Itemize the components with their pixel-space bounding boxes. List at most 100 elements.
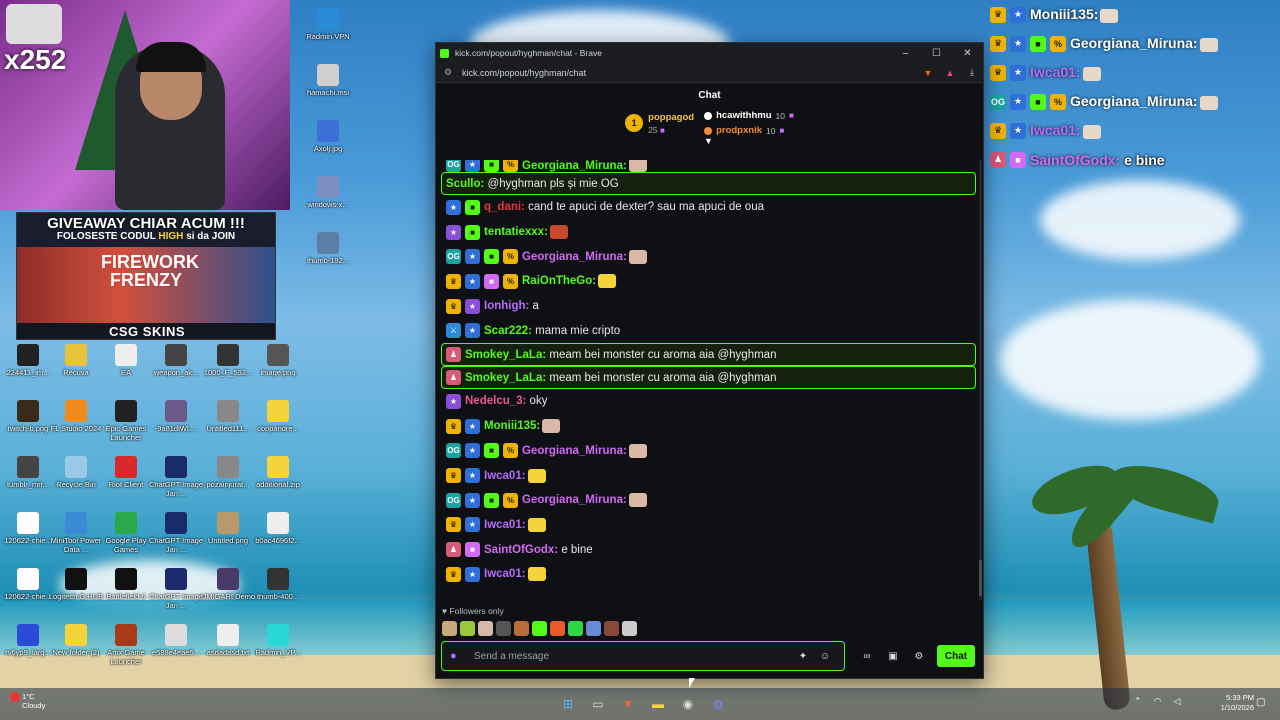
chat-username[interactable]: Scar222: (484, 325, 532, 337)
quick-emote-icon[interactable] (442, 621, 457, 636)
quick-emote-icon[interactable] (568, 621, 583, 636)
desktop-icon[interactable]: e588e4eae5... (148, 624, 204, 657)
chat-message[interactable]: ♛ ★ Iwca01: (436, 562, 983, 587)
weather-widget[interactable]: 1°C Cloudy (10, 692, 45, 710)
steam-icon[interactable]: ◉ (676, 692, 700, 716)
desktop-icon[interactable]: asdadasd.txt (200, 624, 256, 657)
desktop-icon[interactable]: Riot Client (98, 456, 154, 489)
chat-scrollbar[interactable] (979, 160, 982, 600)
desktop-icon[interactable]: b0ac4696f2... (250, 512, 306, 545)
quick-emote-icon[interactable] (550, 621, 565, 636)
desktop-icon[interactable]: thumb-400... (250, 568, 306, 601)
desktop-icon[interactable]: Untitled111... (200, 400, 256, 433)
chat-message[interactable]: ♟ ■ SaintOfGodx: e bine (436, 537, 983, 562)
chat-message[interactable]: OG ★ ■% Georgiana_Miruna: (436, 244, 983, 269)
chat-username[interactable]: Georgiana_Miruna: (522, 445, 627, 457)
desktop-icon[interactable]: ChatGPT Image Jan ... (148, 512, 204, 554)
desktop-icon[interactable]: ChatGPT Image Jan ... (148, 568, 204, 610)
chat-username[interactable]: Smokey_LaLa: (465, 349, 546, 361)
task-view-icon[interactable]: ▭ (586, 692, 610, 716)
highlighted-chat-message[interactable]: Scullo: @hyghman pls și mie OG (441, 172, 976, 195)
minimize-button[interactable]: – (890, 48, 921, 59)
windows-start-icon[interactable]: ⊞ (556, 692, 580, 716)
quick-emote-icon[interactable] (478, 621, 493, 636)
chat-username[interactable]: Smokey_LaLa: (465, 372, 546, 384)
desktop-icon[interactable]: image.png (250, 344, 306, 377)
desktop-icon[interactable]: Untitled.png (200, 512, 256, 545)
settings-gear-icon[interactable]: ⚙ (907, 651, 931, 662)
chat-username[interactable]: q_dani: (484, 201, 525, 213)
chat-message[interactable]: OG ★ ■% Georgiana_Miruna: (436, 488, 983, 513)
chat-message[interactable]: ♛ ★ Iwca01: (436, 513, 983, 538)
chat-message[interactable]: ♛ ★ Ionhigh: a (436, 294, 983, 319)
quick-emote-icon[interactable] (586, 621, 601, 636)
desktop-icon[interactable]: -9a81dlWL... (148, 400, 204, 433)
site-settings-icon[interactable]: ⚙ (444, 67, 454, 78)
emoji-icon[interactable]: ☺ (814, 651, 836, 662)
quick-emote-icon[interactable] (460, 621, 475, 636)
desktop-icon[interactable]: Artix Game Launcher (98, 624, 154, 666)
kick-emote-icon[interactable]: ✦ (792, 651, 814, 662)
desktop-icon[interactable]: Google Play Games (98, 512, 154, 554)
leaderboard-item[interactable]: hcawithhmu 10 ■ (704, 110, 794, 121)
quick-emote-icon[interactable] (496, 621, 511, 636)
desktop-icon[interactable]: Recuva (48, 344, 104, 377)
desktop-icon[interactable]: weapon_ak... (148, 344, 204, 377)
leaderboard-item[interactable]: prodpxnik 10 ■ (704, 125, 794, 136)
desktop-icon[interactable]: hamachi.msi (300, 64, 356, 97)
volume-icon[interactable]: ◁ (1173, 696, 1180, 707)
chat-username[interactable]: Georgiana_Miruna: (522, 251, 627, 263)
chat-username[interactable]: Iwca01: (484, 568, 526, 580)
desktop-icon[interactable]: UMIGARI Demo (200, 568, 256, 601)
microphone-icon[interactable]: ● (450, 650, 462, 662)
chat-username[interactable]: Iwca01: (484, 470, 526, 482)
chat-message[interactable]: ♛ ★ ■% RaiOnTheGo: (436, 269, 983, 294)
desktop-icon[interactable]: MiniTool Power Data ... (48, 512, 104, 554)
chat-username[interactable]: Iwca01: (484, 519, 526, 531)
gift-box-icon[interactable]: ▣ (881, 651, 905, 662)
notification-icon[interactable]: ▢ (1256, 697, 1265, 708)
scrollbar-thumb[interactable] (979, 560, 982, 596)
quick-emote-icon[interactable] (532, 621, 547, 636)
chat-message[interactable]: ⚔ ★ Scar222: mama mie cripto (436, 318, 983, 343)
tray-overflow-icon[interactable]: ⌃ (1134, 696, 1142, 707)
close-button[interactable]: ✕ (952, 48, 983, 59)
desktop-icon[interactable]: FL Studio 2024 (48, 400, 104, 433)
send-chat-button[interactable]: Chat (937, 645, 975, 667)
clock[interactable]: 5:33 PM 1/10/2026 (1206, 693, 1254, 713)
highlighted-chat-message[interactable]: ♟ Smokey_LaLa: meam bei monster cu aroma … (441, 343, 976, 367)
chat-username[interactable]: Ionhigh: (484, 300, 529, 312)
desktop-icon[interactable]: Battlefield 6 (98, 568, 154, 601)
download-icon[interactable]: ⤓ (961, 67, 983, 78)
desktop-icon[interactable]: Radmin VPN (300, 8, 356, 41)
collapse-chevron-icon[interactable]: ▼ (704, 136, 713, 146)
desktop-icon[interactable]: Epic Games Launcher (98, 400, 154, 442)
chat-input[interactable] (474, 650, 792, 662)
combo-icon[interactable]: ∞ (855, 651, 879, 662)
chat-username[interactable]: Nedelcu_3: (465, 395, 526, 407)
desktop-icon[interactable]: Recycle Bin (48, 456, 104, 489)
leaderboard-first[interactable]: 1 poppagod 25 ■ (625, 112, 694, 135)
desktop-icon[interactable]: pozainjurat... (200, 456, 256, 489)
highlighted-chat-message[interactable]: ♟ Smokey_LaLa: meam bei monster cu aroma … (441, 366, 976, 390)
desktop-icon[interactable]: Axolj.jpg (300, 120, 356, 153)
desktop-icon[interactable]: thumb-192... (300, 232, 356, 265)
desktop-icon[interactable]: 1000_F_592... (200, 344, 256, 377)
brave-shield-icon[interactable]: ▼ (917, 68, 939, 78)
chat-username[interactable]: Moniii135: (484, 420, 540, 432)
chat-username[interactable]: Georgiana_Miruna: (522, 160, 627, 172)
desktop-icon[interactable]: windows-x... (300, 176, 356, 209)
chat-username[interactable]: Scullo: (446, 178, 484, 190)
url-text[interactable]: kick.com/popout/hyghman/chat (462, 68, 917, 78)
desktop-icon[interactable]: Radmin_VP... (250, 624, 306, 657)
desktop-icon[interactable]: coopandre... (250, 400, 306, 433)
file-explorer-icon[interactable]: ▬ (646, 692, 670, 716)
discord-icon[interactable]: ◍ (706, 692, 730, 716)
chat-message[interactable]: OG ★ ■% Georgiana_Miruna: (436, 439, 983, 464)
chat-username[interactable]: tentatiexxx: (484, 226, 548, 238)
brave-rewards-icon[interactable]: ▲ (939, 68, 961, 78)
chat-message[interactable]: ★ ■ tentatiexxx: (436, 220, 983, 245)
desktop-icon[interactable]: additional.zip (250, 456, 306, 489)
chat-message[interactable]: ♛ ★ Moniii135: (436, 414, 983, 439)
chat-message[interactable]: ♛ ★ Iwca01: (436, 463, 983, 488)
